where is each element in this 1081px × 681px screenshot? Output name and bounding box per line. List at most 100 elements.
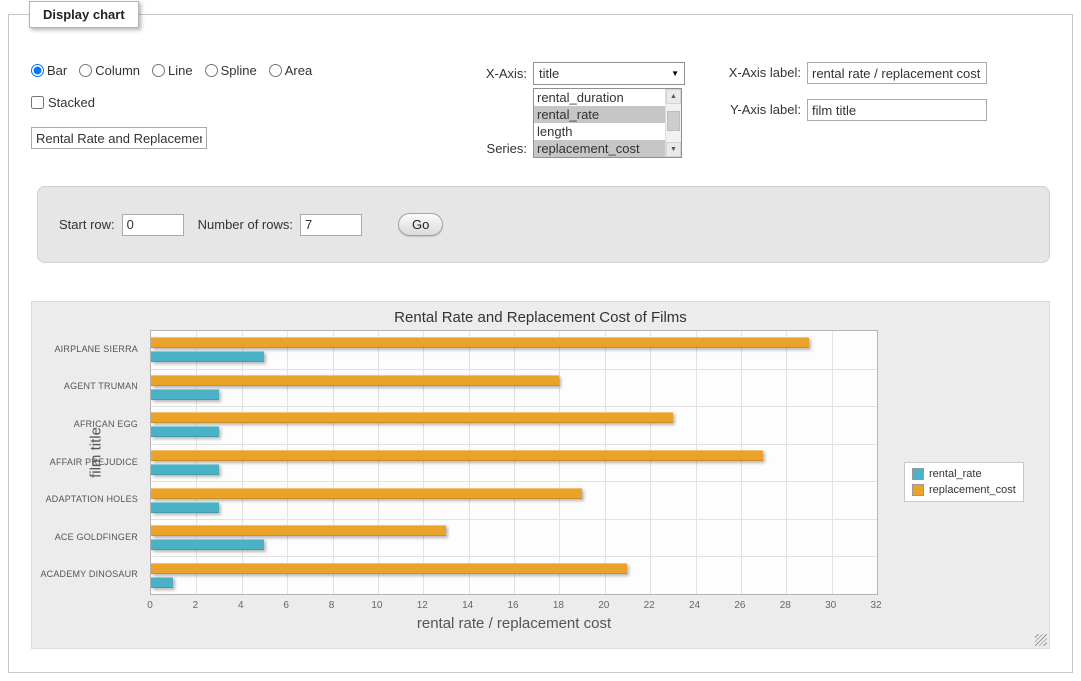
category-label: AFFAIR PREJUDICE: [50, 457, 138, 467]
chart-type-option-bar[interactable]: Bar: [31, 63, 67, 78]
chart-type-radio-column[interactable]: [79, 64, 92, 77]
bar-rental_rate: [151, 389, 219, 400]
fieldset-legend: Display chart: [29, 1, 139, 28]
bar-replacement_cost: [151, 488, 582, 499]
category-label: AIRPLANE SIERRA: [54, 344, 138, 354]
chart-type-radio-spline[interactable]: [205, 64, 218, 77]
chart-type-radio-area[interactable]: [269, 64, 282, 77]
grid-line-horizontal: [151, 519, 877, 520]
chart-type-option-column[interactable]: Column: [79, 63, 140, 78]
x-tick-label: 12: [417, 600, 428, 611]
chart-type-option-spline[interactable]: Spline: [205, 63, 257, 78]
chart-type-option-label: Line: [168, 63, 193, 78]
bar-rental_rate: [151, 426, 219, 437]
grid-line-vertical: [333, 331, 334, 594]
y-category-labels: AIRPLANE SIERRAAGENT TRUMANAFRICAN EGGAF…: [32, 330, 144, 595]
chart-type-radio-bar[interactable]: [31, 64, 44, 77]
grid-line-vertical: [287, 331, 288, 594]
scroll-down-icon[interactable]: ▼: [666, 142, 681, 157]
bar-replacement_cost: [151, 525, 446, 536]
grid-line-vertical: [741, 331, 742, 594]
series-option-rental_rate[interactable]: rental_rate: [534, 106, 665, 123]
x-tick-label: 2: [193, 600, 199, 611]
grid-line-vertical: [242, 331, 243, 594]
chart-type-option-label: Spline: [221, 63, 257, 78]
x-tick-label: 16: [507, 600, 518, 611]
series-option-rental_duration[interactable]: rental_duration: [534, 89, 665, 106]
chart-title-input[interactable]: [31, 127, 207, 149]
bar-replacement_cost: [151, 375, 559, 386]
x-tick-labels: 02468101214161820222426283032: [150, 600, 878, 612]
page: Display chart Bar Column Line Spline Area St…: [0, 0, 1081, 681]
num-rows-input[interactable]: [300, 214, 362, 236]
category-label: AGENT TRUMAN: [64, 381, 138, 391]
bar-replacement_cost: [151, 450, 763, 461]
grid-line-vertical: [559, 331, 560, 594]
series-option-length[interactable]: length: [534, 123, 665, 140]
legend-swatch: [912, 468, 924, 480]
chart-x-axis-title: rental rate / replacement cost: [150, 615, 878, 632]
legend-label: replacement_cost: [929, 484, 1016, 496]
display-chart-fieldset: Display chart BarColumnLineSplineArea St…: [8, 14, 1073, 673]
x-tick-label: 32: [870, 600, 881, 611]
legend-item-rental_rate: rental_rate: [912, 468, 1016, 480]
y-axis-label-input[interactable]: [807, 99, 987, 121]
grid-line-vertical: [650, 331, 651, 594]
series-option-replacement_cost[interactable]: replacement_cost: [534, 140, 665, 157]
grid-line-horizontal: [151, 444, 877, 445]
category-label: ADAPTATION HOLES: [46, 494, 138, 504]
num-rows-label: Number of rows:: [198, 217, 293, 232]
chevron-down-icon: ▼: [671, 69, 679, 78]
x-axis-select-label: X-Axis:: [439, 66, 527, 81]
grid-line-vertical: [378, 331, 379, 594]
legend-swatch: [912, 484, 924, 496]
stacked-checkbox[interactable]: [31, 96, 44, 109]
category-label: ACADEMY DINOSAUR: [40, 569, 138, 579]
x-tick-label: 14: [462, 600, 473, 611]
x-axis-label-input[interactable]: [807, 62, 987, 84]
x-tick-label: 4: [238, 600, 244, 611]
stacked-checkbox-row[interactable]: Stacked: [31, 95, 95, 110]
stacked-label: Stacked: [48, 95, 95, 110]
scroll-up-icon[interactable]: ▲: [666, 89, 681, 104]
resize-handle-icon[interactable]: [1035, 634, 1047, 646]
x-axis-select[interactable]: title ▼: [533, 62, 685, 85]
grid-line-horizontal: [151, 481, 877, 482]
grid-line-vertical: [605, 331, 606, 594]
listbox-scrollbar[interactable]: ▲ ▼: [665, 89, 681, 157]
series-listbox[interactable]: rental_durationrental_ratelengthreplacem…: [533, 88, 682, 158]
grid-line-vertical: [469, 331, 470, 594]
bar-rental_rate: [151, 351, 264, 362]
legend-label: rental_rate: [929, 468, 982, 480]
scrollbar-thumb[interactable]: [667, 111, 680, 131]
x-tick-label: 28: [780, 600, 791, 611]
x-tick-label: 0: [147, 600, 153, 611]
chart-type-option-label: Area: [285, 63, 312, 78]
start-row-input[interactable]: [122, 214, 184, 236]
bar-rental_rate: [151, 464, 219, 475]
grid-line-horizontal: [151, 556, 877, 557]
x-tick-label: 22: [644, 600, 655, 611]
grid-line-vertical: [196, 331, 197, 594]
grid-line-horizontal: [151, 406, 877, 407]
grid-line-vertical: [786, 331, 787, 594]
chart-type-option-label: Column: [95, 63, 140, 78]
chart-container: Rental Rate and Replacement Cost of Film…: [31, 301, 1050, 649]
grid-line-vertical: [832, 331, 833, 594]
chart-type-option-area[interactable]: Area: [269, 63, 312, 78]
x-tick-label: 24: [689, 600, 700, 611]
rows-control-panel: Start row: Number of rows: Go: [37, 186, 1050, 263]
grid-line-vertical: [696, 331, 697, 594]
x-tick-label: 6: [283, 600, 289, 611]
go-button[interactable]: Go: [398, 213, 443, 236]
legend-item-replacement_cost: replacement_cost: [912, 484, 1016, 496]
plot-area: [150, 330, 878, 595]
grid-line-horizontal: [151, 369, 877, 370]
chart-type-option-line[interactable]: Line: [152, 63, 193, 78]
x-tick-label: 8: [329, 600, 335, 611]
start-row-label: Start row:: [59, 217, 115, 232]
chart-type-radio-line[interactable]: [152, 64, 165, 77]
bar-replacement_cost: [151, 563, 627, 574]
chart-title: Rental Rate and Replacement Cost of Film…: [32, 309, 1049, 326]
series-select-label: Series:: [439, 141, 527, 156]
